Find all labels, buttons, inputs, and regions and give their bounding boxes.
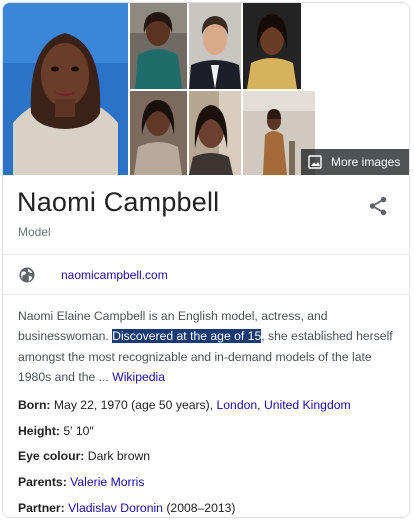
more-images-button[interactable]: More images: [301, 149, 409, 175]
fact-label: Born:: [18, 398, 51, 412]
born-place-london-link[interactable]: London: [216, 398, 257, 412]
fact-born: Born: May 22, 1970 (age 50 years), Londo…: [18, 398, 403, 424]
fact-value: (2008–2013): [162, 500, 236, 515]
partner-link[interactable]: Vladislav Doronin: [68, 501, 163, 515]
fact-separator: ,: [257, 398, 264, 412]
entity-subtitle: Model: [18, 225, 51, 239]
fact-parents: Parents: Valerie Morris: [18, 475, 403, 501]
parent-link[interactable]: Valerie Morris: [70, 475, 144, 489]
image-photo-4[interactable]: [243, 3, 301, 89]
fact-value: May 22, 1970 (age 50 years),: [50, 398, 217, 412]
image-portrait-main[interactable]: [3, 3, 128, 175]
share-icon: [369, 196, 387, 216]
fact-eye-colour: Eye colour: Dark brown: [18, 449, 403, 475]
image-photo-3[interactable]: [189, 3, 241, 89]
entity-description: Naomi Elaine Campbell is an English mode…: [18, 306, 398, 387]
fact-value: Dark brown: [84, 449, 151, 464]
fact-label: Parents:: [18, 475, 67, 490]
website-row: naomicampbell.com: [3, 255, 409, 295]
fact-height: Height: 5′ 10″: [18, 424, 403, 450]
fact-label: Height:: [18, 423, 60, 438]
entity-header: Naomi Campbell Model: [3, 175, 409, 255]
image-photo-6[interactable]: [189, 91, 241, 175]
image-photo-2[interactable]: [130, 3, 187, 89]
fact-label: Eye colour:: [18, 449, 85, 464]
entity-title: Naomi Campbell: [17, 187, 220, 217]
website-link[interactable]: naomicampbell.com: [61, 268, 168, 282]
born-place-uk-link[interactable]: United Kingdom: [264, 398, 351, 412]
globe-icon: [18, 266, 36, 284]
facts-list: Born: May 22, 1970 (age 50 years), Londo…: [18, 398, 403, 517]
more-images-label: More images: [331, 155, 401, 169]
fact-value: 5′ 10″: [59, 423, 94, 438]
image-icon: [308, 155, 322, 169]
wikipedia-link[interactable]: Wikipedia: [112, 370, 165, 384]
fact-partner: Partner: Vladislav Doronin (2008–2013): [18, 500, 403, 517]
share-button[interactable]: [367, 195, 389, 217]
fact-label: Partner:: [18, 500, 65, 515]
image-collage: More images: [3, 3, 409, 175]
description-highlight: Discovered at the age of 15: [112, 329, 262, 344]
knowledge-panel: More images Naomi Campbell Model naomica…: [2, 2, 410, 518]
image-photo-5[interactable]: [130, 91, 187, 175]
